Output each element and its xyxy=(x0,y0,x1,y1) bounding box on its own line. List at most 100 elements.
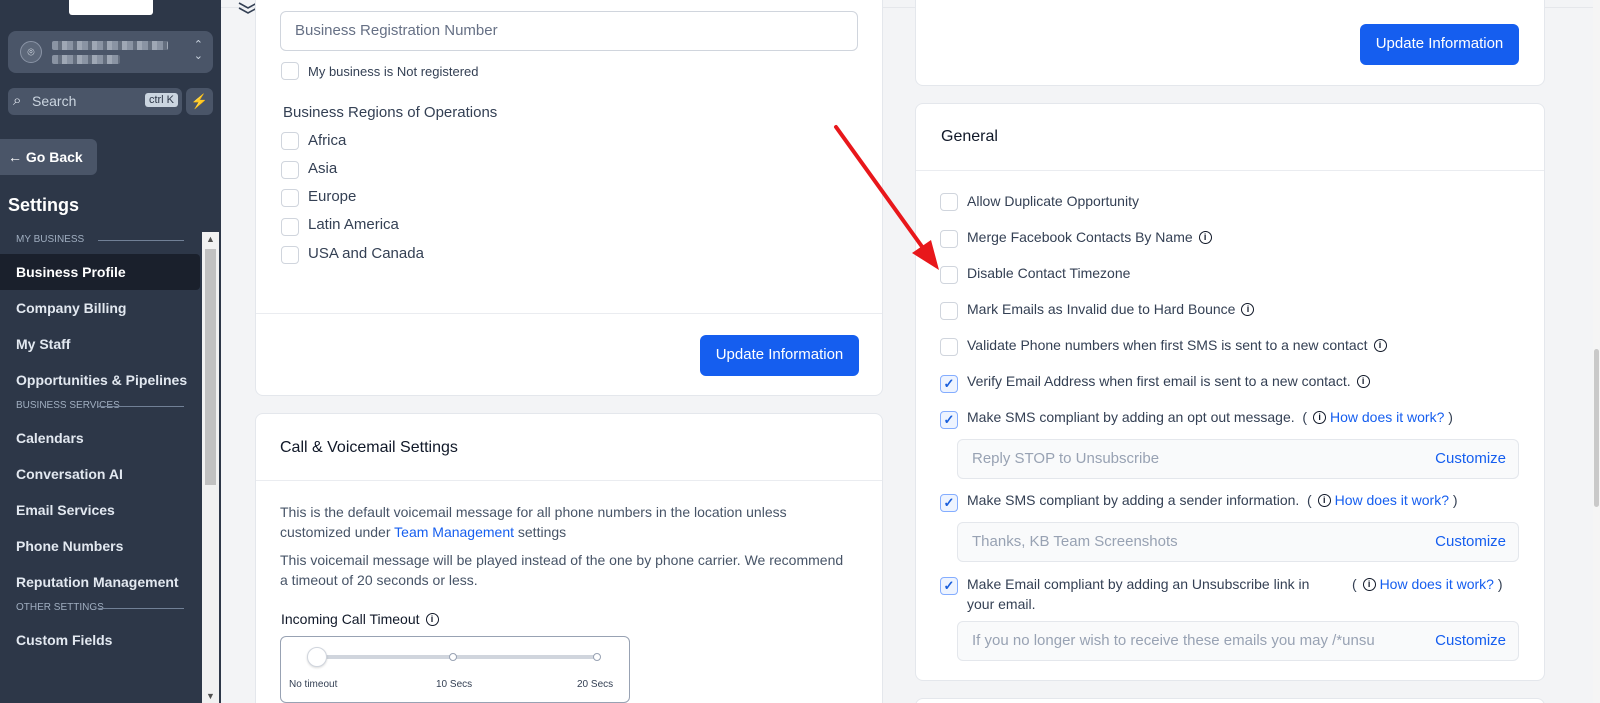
card-divider xyxy=(256,480,882,481)
info-icon[interactable]: i xyxy=(1373,339,1387,352)
registration-placeholder: Business Registration Number xyxy=(295,22,498,39)
region-checkbox-europe[interactable] xyxy=(281,189,299,207)
sidebar-item-phone-numbers[interactable]: Phone Numbers xyxy=(0,528,200,564)
incoming-timeout-label: Incoming Call Timeout i xyxy=(281,611,439,627)
verify-email-text: Verify Email Address when first email is… xyxy=(967,373,1351,389)
customize-button[interactable]: Customize xyxy=(1435,622,1506,660)
team-management-link[interactable]: Team Management xyxy=(394,524,514,540)
incoming-timeout-text: Incoming Call Timeout xyxy=(281,611,420,627)
sidebar-item-opportunities[interactable]: Opportunities & Pipelines xyxy=(0,362,200,398)
quick-actions-bolt-icon[interactable]: ⚡ xyxy=(186,88,213,115)
customize-button[interactable]: Customize xyxy=(1435,440,1506,478)
company-logo[interactable] xyxy=(69,0,153,15)
opt-out-placeholder: Reply STOP to Unsubscribe xyxy=(972,450,1160,467)
info-icon[interactable]: i xyxy=(1317,494,1331,507)
merge-facebook-text: Merge Facebook Contacts By Name xyxy=(967,229,1193,245)
not-registered-label: My business is Not registered xyxy=(308,64,479,79)
unsubscribe-text-input[interactable]: If you no longer wish to receive these e… xyxy=(957,621,1519,661)
arrow-left-icon: ← xyxy=(8,149,22,165)
mark-invalid-checkbox[interactable] xyxy=(940,302,958,320)
sidebar-item-company-billing[interactable]: Company Billing xyxy=(0,290,200,326)
scroll-up-icon[interactable]: ▲ xyxy=(202,232,219,246)
slider-track[interactable] xyxy=(317,655,597,659)
sidebar-item-custom-fields[interactable]: Custom Fields xyxy=(0,622,200,658)
sidebar-item-calendars[interactable]: Calendars xyxy=(0,420,200,456)
region-checkbox-usa-canada[interactable] xyxy=(281,246,299,264)
slider-handle[interactable] xyxy=(307,647,327,667)
voicemail-description: This is the default voicemail message fo… xyxy=(280,502,850,542)
customize-button[interactable]: Customize xyxy=(1435,523,1506,561)
disable-timezone-label: Disable Contact Timezone xyxy=(967,265,1131,281)
verify-email-label: Verify Email Address when first email is… xyxy=(967,373,1370,389)
how-does-it-work-link[interactable]: How does it work? xyxy=(1335,492,1449,508)
region-checkbox-africa[interactable] xyxy=(281,132,299,150)
slider-tick-label: 10 Secs xyxy=(436,679,473,690)
verify-email-checkbox[interactable]: ✓ xyxy=(940,375,958,393)
email-unsubscribe-checkbox[interactable]: ✓ xyxy=(940,577,958,595)
timeout-slider[interactable]: No timeout 10 Secs 20 Secs xyxy=(280,636,630,703)
sms-opt-out-checkbox[interactable]: ✓ xyxy=(940,411,958,429)
search-placeholder: Search xyxy=(32,93,77,109)
region-label-latin-america: Latin America xyxy=(308,216,399,233)
annotation-arrow-icon xyxy=(834,125,939,270)
info-icon[interactable]: i xyxy=(425,613,439,626)
not-registered-checkbox[interactable] xyxy=(281,62,299,80)
search-box[interactable]: ⌕ Search ctrl K xyxy=(8,88,182,115)
card-divider xyxy=(256,313,882,314)
info-icon[interactable]: i xyxy=(1198,231,1212,244)
sidebar-item-reputation[interactable]: Reputation Management xyxy=(0,564,200,600)
region-checkbox-latin-america[interactable] xyxy=(281,218,299,236)
region-label-africa: Africa xyxy=(308,132,347,149)
sidebar-item-business-profile[interactable]: Business Profile xyxy=(0,254,200,290)
chevron-updown-icon: ⌃ ⌄ xyxy=(193,39,203,62)
sidebar-item-email-services[interactable]: Email Services xyxy=(0,492,200,528)
business-info-card: Business Registration Number My business… xyxy=(255,0,883,396)
info-icon[interactable]: i xyxy=(1313,411,1327,424)
email-unsubscribe-label-line2: your email. xyxy=(967,596,1036,612)
how-does-it-work-link[interactable]: How does it work? xyxy=(1330,409,1444,425)
page-scrollbar-thumb[interactable] xyxy=(1594,349,1599,507)
sender-info-input[interactable]: Thanks, KB Team Screenshots Customize xyxy=(957,522,1519,562)
update-information-button[interactable]: Update Information xyxy=(700,335,859,376)
search-icon: ⌕ xyxy=(13,92,22,109)
how-does-it-work-link[interactable]: How does it work? xyxy=(1380,576,1494,592)
general-card: General xyxy=(915,103,1545,681)
region-label-europe: Europe xyxy=(308,188,357,205)
info-icon[interactable]: i xyxy=(1356,375,1370,388)
call-voicemail-title: Call & Voicemail Settings xyxy=(280,439,458,456)
sms-opt-out-label: Make SMS compliant by adding an opt out … xyxy=(967,409,1453,425)
update-information-button[interactable]: Update Information xyxy=(1360,24,1519,65)
unsubscribe-placeholder: If you no longer wish to receive these e… xyxy=(972,632,1375,649)
sms-sender-checkbox[interactable]: ✓ xyxy=(940,494,958,512)
validate-phone-checkbox[interactable] xyxy=(940,338,958,356)
slider-tick-label: 20 Secs xyxy=(577,679,614,690)
account-switcher[interactable]: ⌾ ⌃ ⌄ xyxy=(8,31,213,73)
nav-section-business-services: BUSINESS SERVICES xyxy=(0,400,200,420)
scrollbar-thumb[interactable] xyxy=(205,249,216,485)
merge-facebook-label: Merge Facebook Contacts By Name i xyxy=(967,229,1212,245)
sender-placeholder: Thanks, KB Team Screenshots xyxy=(972,533,1178,550)
page-scrollbar[interactable] xyxy=(1593,0,1600,703)
search-shortcut: ctrl K xyxy=(144,93,178,107)
sidebar: ⌾ ⌃ ⌄ ⌕ Search ctrl K ⚡ ← Go Back Setting… xyxy=(0,0,221,703)
business-registration-input[interactable]: Business Registration Number xyxy=(280,11,858,51)
slider-stop-10[interactable] xyxy=(449,653,457,661)
nav-section-other-settings: OTHER SETTINGS xyxy=(0,602,200,622)
region-label-usa-canada: USA and Canada xyxy=(308,245,424,262)
slider-stop-20[interactable] xyxy=(593,653,601,661)
region-checkbox-asia[interactable] xyxy=(281,161,299,179)
scroll-down-icon[interactable]: ▼ xyxy=(202,689,219,703)
info-icon[interactable]: i xyxy=(1362,578,1376,591)
voicemail-recommendation: This voicemail message will be played in… xyxy=(280,552,844,588)
allow-duplicate-label: Allow Duplicate Opportunity xyxy=(967,193,1139,209)
voicemail-desc-suffix: settings xyxy=(517,524,567,540)
settings-nav: MY BUSINESS Business Profile Company Bil… xyxy=(0,232,200,658)
opt-out-message-input[interactable]: Reply STOP to Unsubscribe Customize xyxy=(957,439,1519,479)
sidebar-item-my-staff[interactable]: My Staff xyxy=(0,326,200,362)
info-icon[interactable]: i xyxy=(1241,303,1255,316)
top-right-card: Update Information xyxy=(915,0,1545,86)
sidebar-scrollbar[interactable]: ▲ ▼ xyxy=(202,232,219,703)
email-unsub-text: Make Email compliant by adding an Unsubs… xyxy=(967,576,1310,592)
go-back-button[interactable]: ← Go Back xyxy=(0,139,97,175)
sidebar-item-conversation-ai[interactable]: Conversation AI xyxy=(0,456,200,492)
